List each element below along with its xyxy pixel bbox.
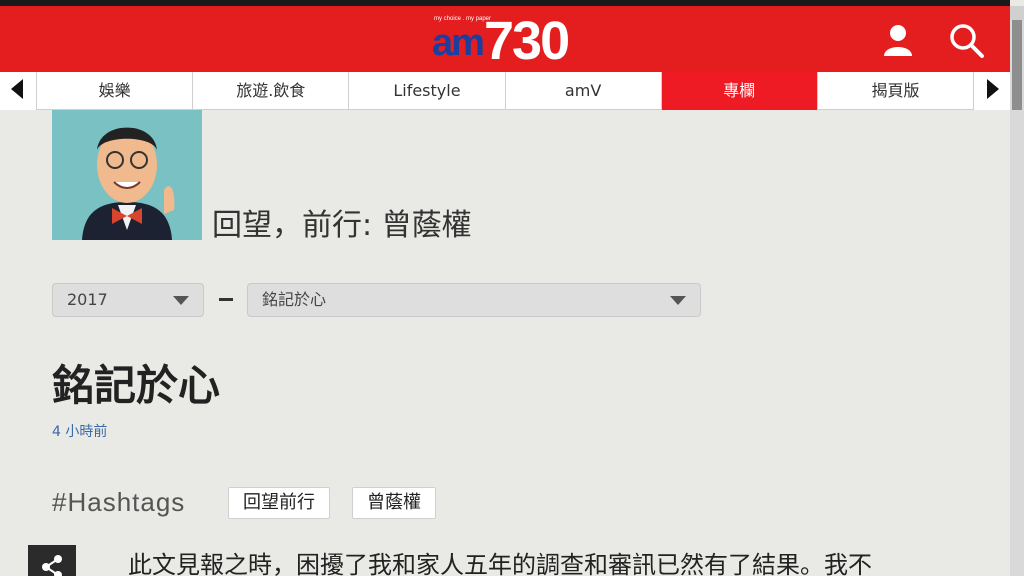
share-button[interactable] xyxy=(28,545,76,576)
tab-columns[interactable]: 專欄 xyxy=(661,72,818,110)
tab-entertainment[interactable]: 娛樂 xyxy=(37,72,194,110)
user-icon[interactable] xyxy=(878,20,918,60)
am730-logo[interactable]: my choice . my paper am 730 xyxy=(432,12,582,70)
scrollbar-up-arrow[interactable] xyxy=(1010,6,1024,20)
tab-lifestyle[interactable]: Lifestyle xyxy=(349,72,506,110)
logo-number: 730 xyxy=(484,11,570,71)
year-select[interactable]: 2017 xyxy=(52,283,204,317)
column-title: 回望，前行: 曾蔭權 xyxy=(212,208,472,243)
scrollbar-thumb[interactable] xyxy=(1012,20,1022,110)
search-icon[interactable] xyxy=(946,20,986,60)
chevron-left-icon xyxy=(11,79,25,103)
article-select[interactable]: 銘記於心 xyxy=(247,283,701,317)
category-nav: 娛樂 旅遊.飲食 Lifestyle amV 專欄 揭頁版 xyxy=(0,72,1010,110)
nav-scroll-left-button[interactable] xyxy=(0,72,37,110)
article-title: 銘記於心 xyxy=(52,361,221,410)
article-timestamp: 4 小時前 xyxy=(52,424,108,440)
share-icon xyxy=(28,555,76,576)
chevron-right-icon xyxy=(985,79,999,103)
hashtag-chip[interactable]: 回望前行 xyxy=(228,487,330,519)
tab-flip-edition[interactable]: 揭頁版 xyxy=(818,72,973,110)
filter-separator xyxy=(219,298,233,301)
chevron-down-icon xyxy=(173,296,189,305)
tab-amv[interactable]: amV xyxy=(506,72,662,110)
article-body: 此文見報之時，困擾了我和家人五年的調查和審訊已然有了結果。我不 xyxy=(128,551,872,576)
columnist-avatar xyxy=(52,110,202,240)
tab-travel-food[interactable]: 旅遊.飲食 xyxy=(193,72,350,110)
hashtags-label: #Hashtags xyxy=(52,487,186,517)
nav-tabs: 娛樂 旅遊.飲食 Lifestyle amV 專欄 揭頁版 xyxy=(37,72,973,110)
hashtag-chip[interactable]: 曾蔭權 xyxy=(352,487,436,519)
article-select-value: 銘記於心 xyxy=(262,290,327,309)
top-header: my choice . my paper am 730 xyxy=(0,0,1010,72)
year-select-value: 2017 xyxy=(67,290,108,309)
nav-scroll-right-button[interactable] xyxy=(973,72,1010,110)
chevron-down-icon xyxy=(670,296,686,305)
logo-am: am xyxy=(432,22,485,64)
